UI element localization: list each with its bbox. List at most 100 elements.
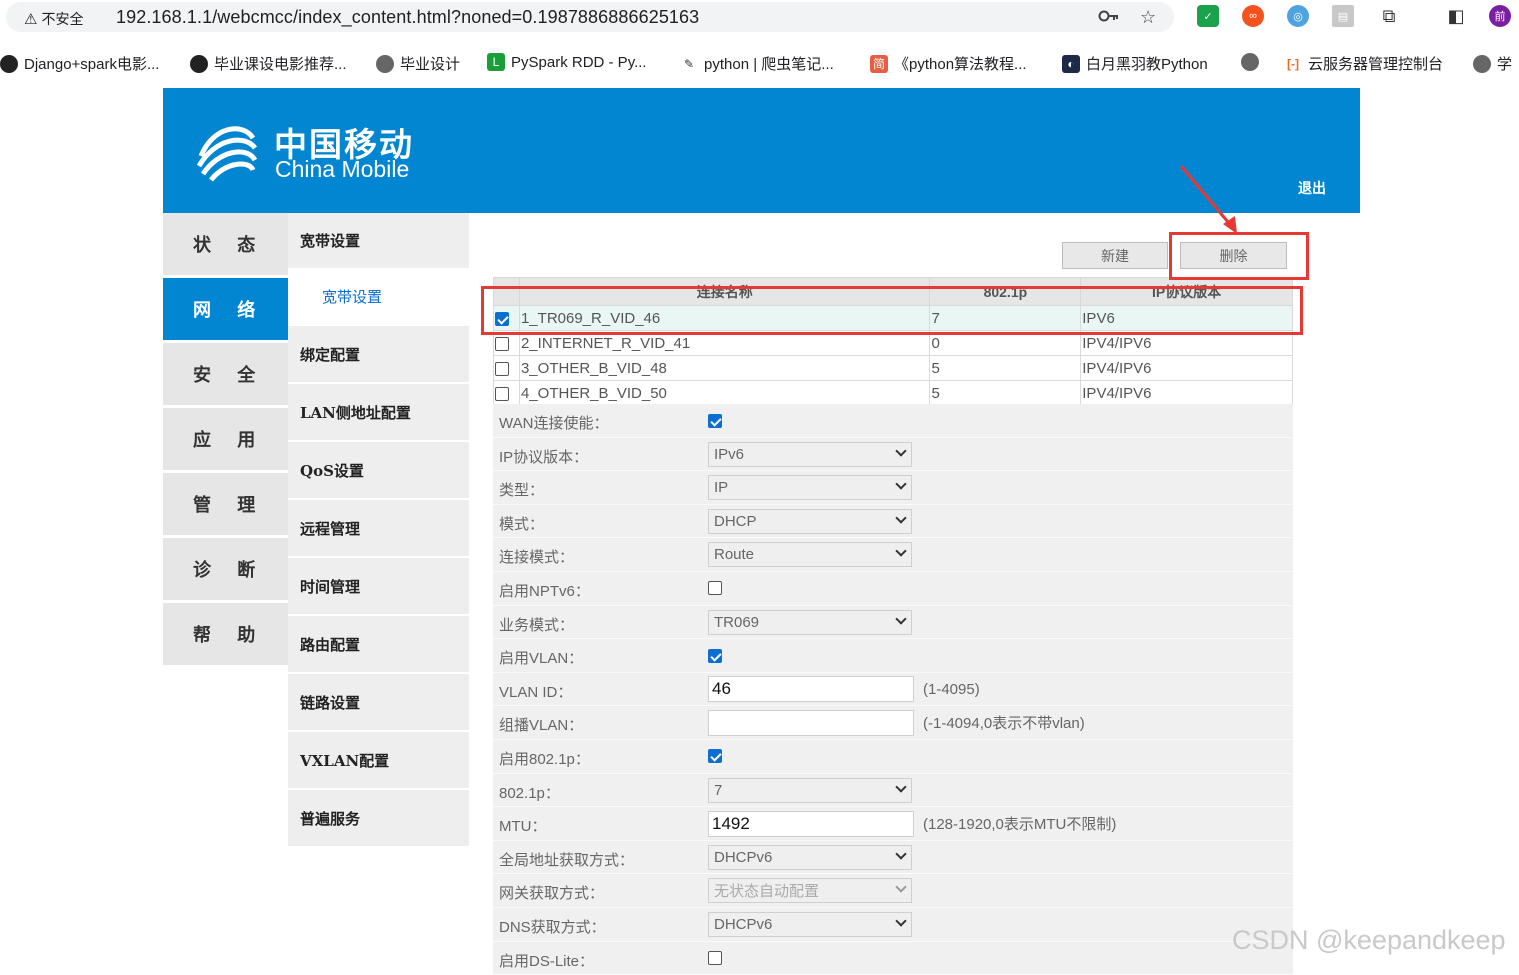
bookmark-item[interactable]: ◐ 白月黑羽教Python (1062, 53, 1208, 74)
logout-link[interactable]: 退出 (1298, 178, 1326, 198)
sub-nav-time-management[interactable]: 时间管理 (288, 558, 469, 614)
china-mobile-logo-icon (193, 116, 261, 184)
key-icon[interactable] (1098, 7, 1120, 30)
bookmark-item[interactable] (1241, 53, 1259, 71)
main-nav-help[interactable]: 帮 助 (163, 603, 288, 665)
service-mode-label: 业务模式： (499, 614, 574, 635)
chevron-down-icon (895, 546, 906, 557)
dslite-checkbox[interactable] (708, 951, 722, 965)
p8021-label: 802.1p： (499, 782, 560, 803)
warning-icon: ⚠ (24, 10, 37, 28)
table-header-ip-version: IP协议版本 (1081, 278, 1293, 306)
row-checkbox[interactable] (495, 312, 509, 326)
vlan-enable-checkbox[interactable] (708, 649, 722, 663)
table-row[interactable]: 1_TR069_R_VID_46 7 IPV6 (494, 306, 1293, 331)
service-mode-select[interactable]: TR069 (708, 610, 912, 635)
omnibox[interactable]: ⚠ 不安全 192.168.1.1/webcmcc/index_content.… (6, 2, 1174, 32)
gateway-select[interactable]: 无状态自动配置 (708, 878, 912, 903)
p8021-enable-checkbox[interactable] (708, 749, 722, 763)
row-checkbox[interactable] (495, 337, 509, 351)
delete-button[interactable]: 删除 (1180, 242, 1287, 269)
connection-ip-cell: IPV4/IPV6 (1081, 356, 1293, 381)
ip-version-value: IPv6 (714, 446, 744, 463)
global-addr-select[interactable]: DHCPv6 (708, 845, 912, 870)
main-nav-security[interactable]: 安 全 (163, 343, 288, 405)
dns-value: DHCPv6 (714, 916, 772, 933)
mtu-input[interactable]: 1492 (708, 811, 914, 837)
type-value: IP (714, 479, 728, 496)
form-row-vlan-enable: 启用VLAN： (493, 639, 1293, 673)
connection-name-cell: 1_TR069_R_VID_46 (519, 306, 930, 331)
table-row[interactable]: 3_OTHER_B_VID_48 5 IPV4/IPV6 (494, 356, 1293, 381)
nptv6-checkbox[interactable] (708, 581, 722, 595)
type-select[interactable]: IP (708, 475, 912, 500)
wan-enable-label: WAN连接使能： (499, 412, 608, 433)
globe-icon (1473, 55, 1491, 73)
table-row[interactable]: 2_INTERNET_R_VID_41 0 IPV4/IPV6 (494, 331, 1293, 356)
sub-nav-universal-service[interactable]: 普遍服务 (288, 790, 469, 846)
vlan-id-hint: (1-4095) (923, 681, 980, 698)
ip-version-select[interactable]: IPv6 (708, 442, 912, 467)
mtu-label: MTU： (499, 815, 547, 836)
mcast-vlan-input[interactable] (708, 710, 914, 736)
table-header-row: 连接名称 802.1p IP协议版本 (494, 278, 1293, 306)
main-nav-diagnosis[interactable]: 诊 断 (163, 538, 288, 600)
bookmark-item[interactable]: L PySpark RDD - Py... (487, 53, 647, 71)
sub-nav-binding[interactable]: 绑定配置 (288, 326, 469, 382)
row-checkbox[interactable] (495, 387, 509, 401)
conn-mode-select[interactable]: Route (708, 542, 912, 567)
vlan-id-input[interactable]: 46 (708, 676, 914, 702)
sub-nav-routing[interactable]: 路由配置 (288, 616, 469, 672)
sub-nav-link[interactable]: 链路设置 (288, 674, 469, 730)
sub-nav-broadband[interactable]: 宽带设置 (288, 213, 469, 268)
new-button[interactable]: 新建 (1062, 242, 1168, 269)
mode-select[interactable]: DHCP (708, 509, 912, 534)
sub-nav-broadband-settings[interactable]: 宽带设置 (300, 270, 469, 322)
bookmark-item[interactable]: 学 (1473, 53, 1512, 74)
dns-label: DNS获取方式： (499, 916, 606, 937)
bookmark-item[interactable]: [-] 云服务器管理控制台 (1284, 53, 1443, 74)
adguard-extension-icon[interactable]: ✓ (1197, 5, 1219, 27)
extensions-puzzle-icon[interactable]: ⧉ (1378, 5, 1400, 27)
dns-select[interactable]: DHCPv6 (708, 912, 912, 937)
nptv6-label: 启用NPTv6： (499, 580, 590, 601)
connection-table: 连接名称 802.1p IP协议版本 1_TR069_R_VID_46 7 IP… (493, 277, 1293, 406)
bookmark-star-icon[interactable]: ☆ (1140, 7, 1156, 28)
form-row-dslite: 启用DS-Lite： (493, 942, 1293, 975)
global-addr-value: DHCPv6 (714, 849, 772, 866)
main-nav-network[interactable]: 网 络 (163, 278, 288, 340)
mtu-hint: (128-1920,0表示MTU不限制) (923, 813, 1116, 834)
row-checkbox[interactable] (495, 362, 509, 376)
main-nav-management[interactable]: 管 理 (163, 473, 288, 535)
bookmark-item[interactable]: ✎ python | 爬虫笔记... (680, 53, 834, 74)
bookmark-item[interactable]: 毕业课设电影推荐... (190, 53, 347, 74)
mode-label: 模式： (499, 513, 544, 534)
connection-name-cell: 2_INTERNET_R_VID_41 (519, 331, 930, 356)
reader-extension-icon[interactable]: ▤ (1332, 5, 1354, 27)
main-nav-application[interactable]: 应 用 (163, 408, 288, 470)
url-text[interactable]: 192.168.1.1/webcmcc/index_content.html?n… (116, 7, 699, 28)
sub-nav-qos[interactable]: QoS设置 (288, 442, 469, 498)
sub-nav-lan-address[interactable]: LAN侧地址配置 (288, 384, 469, 440)
wan-enable-checkbox[interactable] (708, 414, 722, 428)
bookmark-label: 学 (1497, 53, 1512, 74)
table-row[interactable]: 4_OTHER_B_VID_50 5 IPV4/IPV6 (494, 381, 1293, 406)
circle-extension-icon[interactable]: ◎ (1287, 5, 1309, 27)
p8021-select[interactable]: 7 (708, 778, 912, 803)
aliyun-icon: [-] (1284, 55, 1302, 73)
bookmark-item[interactable]: 毕业设计 (376, 53, 460, 74)
sub-nav-remote-management[interactable]: 远程管理 (288, 500, 469, 556)
main-nav-status[interactable]: 状 态 (163, 213, 288, 275)
security-indicator[interactable]: ⚠ 不安全 (24, 9, 83, 29)
mcast-vlan-label: 组播VLAN： (499, 714, 583, 735)
chevron-down-icon (895, 781, 906, 792)
bookmark-item[interactable]: Django+spark电影... (0, 53, 159, 74)
globe-icon (376, 55, 394, 73)
profile-avatar[interactable]: 前 (1489, 5, 1511, 27)
infinity-extension-icon[interactable]: ∞ (1242, 5, 1264, 27)
bookmarks-bar: Django+spark电影... 毕业课设电影推荐... 毕业设计 L PyS… (0, 48, 1519, 78)
bookmark-item[interactable]: 简 《python算法教程... (870, 53, 1027, 74)
side-panel-icon[interactable]: ◧ (1445, 5, 1467, 27)
sub-nav-vxlan[interactable]: VXLAN配置 (288, 732, 469, 788)
form-row-gateway: 网关获取方式： 无状态自动配置 (493, 874, 1293, 908)
